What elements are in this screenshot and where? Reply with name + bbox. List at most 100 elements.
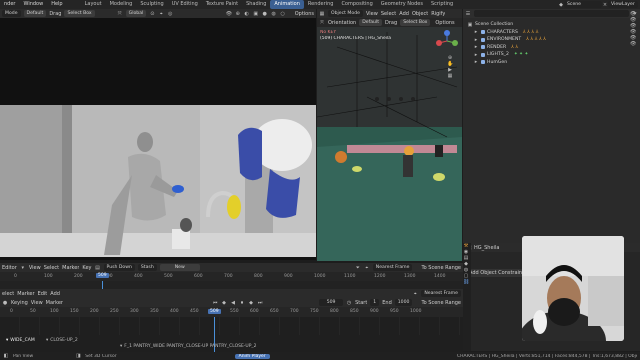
next-key-icon[interactable]: ◆ [248, 300, 254, 306]
tab-sculpting[interactable]: Sculpting [136, 0, 167, 9]
collection-checkbox[interactable] [481, 37, 485, 42]
menu-marker[interactable]: Marker [62, 265, 79, 271]
to-scene-range-button-2[interactable]: To Scene Range [421, 300, 461, 306]
menu-select[interactable]: Select [44, 265, 59, 271]
visibility-icon[interactable]: 👁 [226, 11, 232, 17]
filter-icon[interactable]: ⏷ [355, 265, 361, 271]
start-frame-field[interactable]: 1 [370, 299, 380, 306]
current-frame-indicator[interactable]: 509 [96, 273, 109, 278]
marker-wide-cam[interactable]: ▾ WIDE_CAM [6, 338, 35, 343]
menu-edit[interactable]: Edit [38, 291, 48, 297]
editor-type-label[interactable]: Editor [2, 265, 17, 271]
shading-material-icon[interactable]: ◍ [271, 11, 277, 17]
expand-arrow-icon[interactable]: ▸ [473, 37, 479, 43]
jump-end-icon[interactable]: ⏭ [257, 300, 263, 306]
anim-player-badge[interactable]: Anim Player [234, 353, 270, 359]
pause-icon[interactable]: ⏸ [239, 300, 245, 306]
timeline-tracks[interactable]: ▾ WIDE_CAM ▾ CLOSE-UP_2 ▾ F_1 PANTRY_WID… [0, 317, 463, 352]
mode-dropdown[interactable]: Mode [2, 10, 21, 17]
menu-view[interactable]: View [29, 265, 41, 271]
scene-selector[interactable]: Scene [564, 1, 602, 8]
to-scene-range-button[interactable]: To Scene Range [421, 265, 461, 271]
camera-viewport[interactable] [0, 18, 316, 260]
outliner-item-lights[interactable]: ▸ LIGHTS_2 ✦ ✦ ✦ [467, 51, 636, 59]
transform-icon[interactable]: ⤧ [117, 11, 123, 17]
shading-rendered-icon[interactable]: ○ [280, 11, 286, 17]
select-box-dropdown[interactable]: Select Box [64, 10, 95, 17]
expand-arrow-icon[interactable]: ▸ [473, 44, 479, 50]
record-icon[interactable]: ● [2, 300, 8, 306]
proportional-icon[interactable]: ◎ [167, 11, 173, 17]
jump-start-icon[interactable]: ⏮ [212, 300, 218, 306]
menu-select[interactable]: elect [2, 291, 14, 297]
tab-geometry-nodes[interactable]: Geometry Nodes [377, 0, 427, 9]
expand-arrow-icon[interactable]: ▸ [473, 59, 479, 65]
chevron-down-icon[interactable]: ▾ [20, 265, 26, 271]
snap-icon[interactable]: ⌖ [158, 11, 164, 17]
object-mode-dropdown[interactable]: Object Mode [328, 10, 363, 17]
menu-key[interactable]: Key [82, 265, 91, 271]
orientation-dropdown-right[interactable]: Default [359, 19, 383, 26]
expand-arrow-icon[interactable]: ▸ [473, 52, 479, 58]
prev-key-icon[interactable]: ◆ [221, 300, 227, 306]
options-button-right[interactable]: Options [435, 20, 454, 26]
tab-layout[interactable]: Layout [81, 0, 106, 9]
grid-icon[interactable]: ▦ [447, 73, 453, 79]
scene-viewport[interactable]: No KEY (509) CHARACTERS | HG_Sheila ⊕ ✋ … [317, 27, 462, 261]
menu-view[interactable]: View [366, 11, 378, 17]
action-editor-ruler[interactable]: 0 100 200 300 400 500 600 700 800 900 10… [0, 272, 463, 281]
tab-compositing[interactable]: Compositing [337, 0, 376, 9]
collection-checkbox[interactable] [481, 52, 485, 57]
tab-texture-paint[interactable]: Texture Paint [202, 0, 242, 9]
tab-modeling[interactable]: Modeling [106, 0, 137, 9]
outliner-editor-icon[interactable]: ☰ [465, 11, 471, 17]
outliner-item-environment[interactable]: ▸ ENVIRONMENT ⅄ ⅄ ⅄ ⅄ ⅄ [467, 36, 636, 44]
snap-icon[interactable]: ⌖ [412, 291, 418, 297]
menu-marker[interactable]: Marker [17, 291, 34, 297]
push-down-button[interactable]: Push Down [103, 264, 135, 271]
options-button[interactable]: Options [295, 11, 314, 17]
collection-checkbox[interactable] [481, 45, 485, 50]
menu-marker[interactable]: Marker [46, 300, 63, 306]
select-box-dropdown-right[interactable]: Select Box [400, 19, 431, 26]
add-object-constraint-button[interactable]: Add Object Constraint [466, 269, 528, 277]
snap-icon[interactable]: ⌖ [364, 265, 370, 271]
play-reverse-icon[interactable]: ◀ [230, 300, 236, 306]
menu-select[interactable]: Select [381, 11, 396, 17]
menu-view[interactable]: View [31, 300, 43, 306]
current-frame-indicator-2[interactable]: 509 [208, 309, 221, 314]
shading-solid-icon[interactable]: ● [262, 11, 268, 17]
tab-rendering[interactable]: Rendering [304, 0, 338, 9]
overlay-icon[interactable]: ◐ [244, 11, 250, 17]
outliner-root[interactable]: ▣ Scene Collection [467, 21, 636, 29]
pivot-icon[interactable]: ⊙ [149, 11, 155, 17]
global-dropdown[interactable]: Global [125, 10, 147, 17]
menu-window[interactable]: Window [19, 0, 47, 9]
orientation-dropdown[interactable]: Default [23, 10, 47, 17]
collection-checkbox[interactable] [481, 60, 485, 65]
marker-close-up-2[interactable]: ▾ CLOSE-UP_2 [46, 338, 78, 343]
menu-help[interactable]: Help [47, 0, 66, 9]
tab-scripting[interactable]: Scripting [427, 0, 457, 9]
action-editor-body[interactable] [0, 281, 463, 289]
tab-animation[interactable]: Animation [270, 0, 304, 9]
outliner-item-characters[interactable]: ▸ CHARACTERS ⅄ ⅄ ⅄ ⅄ [467, 29, 636, 37]
menu-render[interactable]: nder [0, 0, 19, 9]
editor-type-icon[interactable]: ▦ [319, 11, 325, 17]
menu-add[interactable]: Add [399, 11, 409, 17]
tab-shading[interactable]: Shading [242, 0, 270, 9]
expand-arrow-icon[interactable]: ▸ [473, 29, 479, 35]
marker-pantry-group[interactable]: ▾ F_1 PANTRY_WIDE PANTRY_CLOSE-UP PANTRY… [120, 344, 257, 349]
timeline-ruler[interactable]: 0 50 100 150 200 250 300 350 400 450 500… [0, 307, 463, 317]
menu-add[interactable]: Add [50, 291, 60, 297]
eye-icon[interactable]: 👁 [630, 41, 636, 47]
menu-object[interactable]: Object [412, 11, 428, 17]
end-frame-field[interactable]: 1000 [394, 299, 413, 306]
gizmo-icon[interactable]: ⊕ [235, 11, 241, 17]
cursor-icon[interactable]: ⤧ [319, 20, 325, 26]
tab-uv-editing[interactable]: UV Editing [168, 0, 202, 9]
viewlayer-selector[interactable]: ViewLayer [608, 1, 638, 8]
snap-dropdown[interactable]: Nearest Frame [372, 264, 413, 271]
snap-dropdown-2[interactable]: Nearest Frame [421, 290, 461, 297]
constraints-tab-icon[interactable]: ⛓ [463, 279, 469, 285]
